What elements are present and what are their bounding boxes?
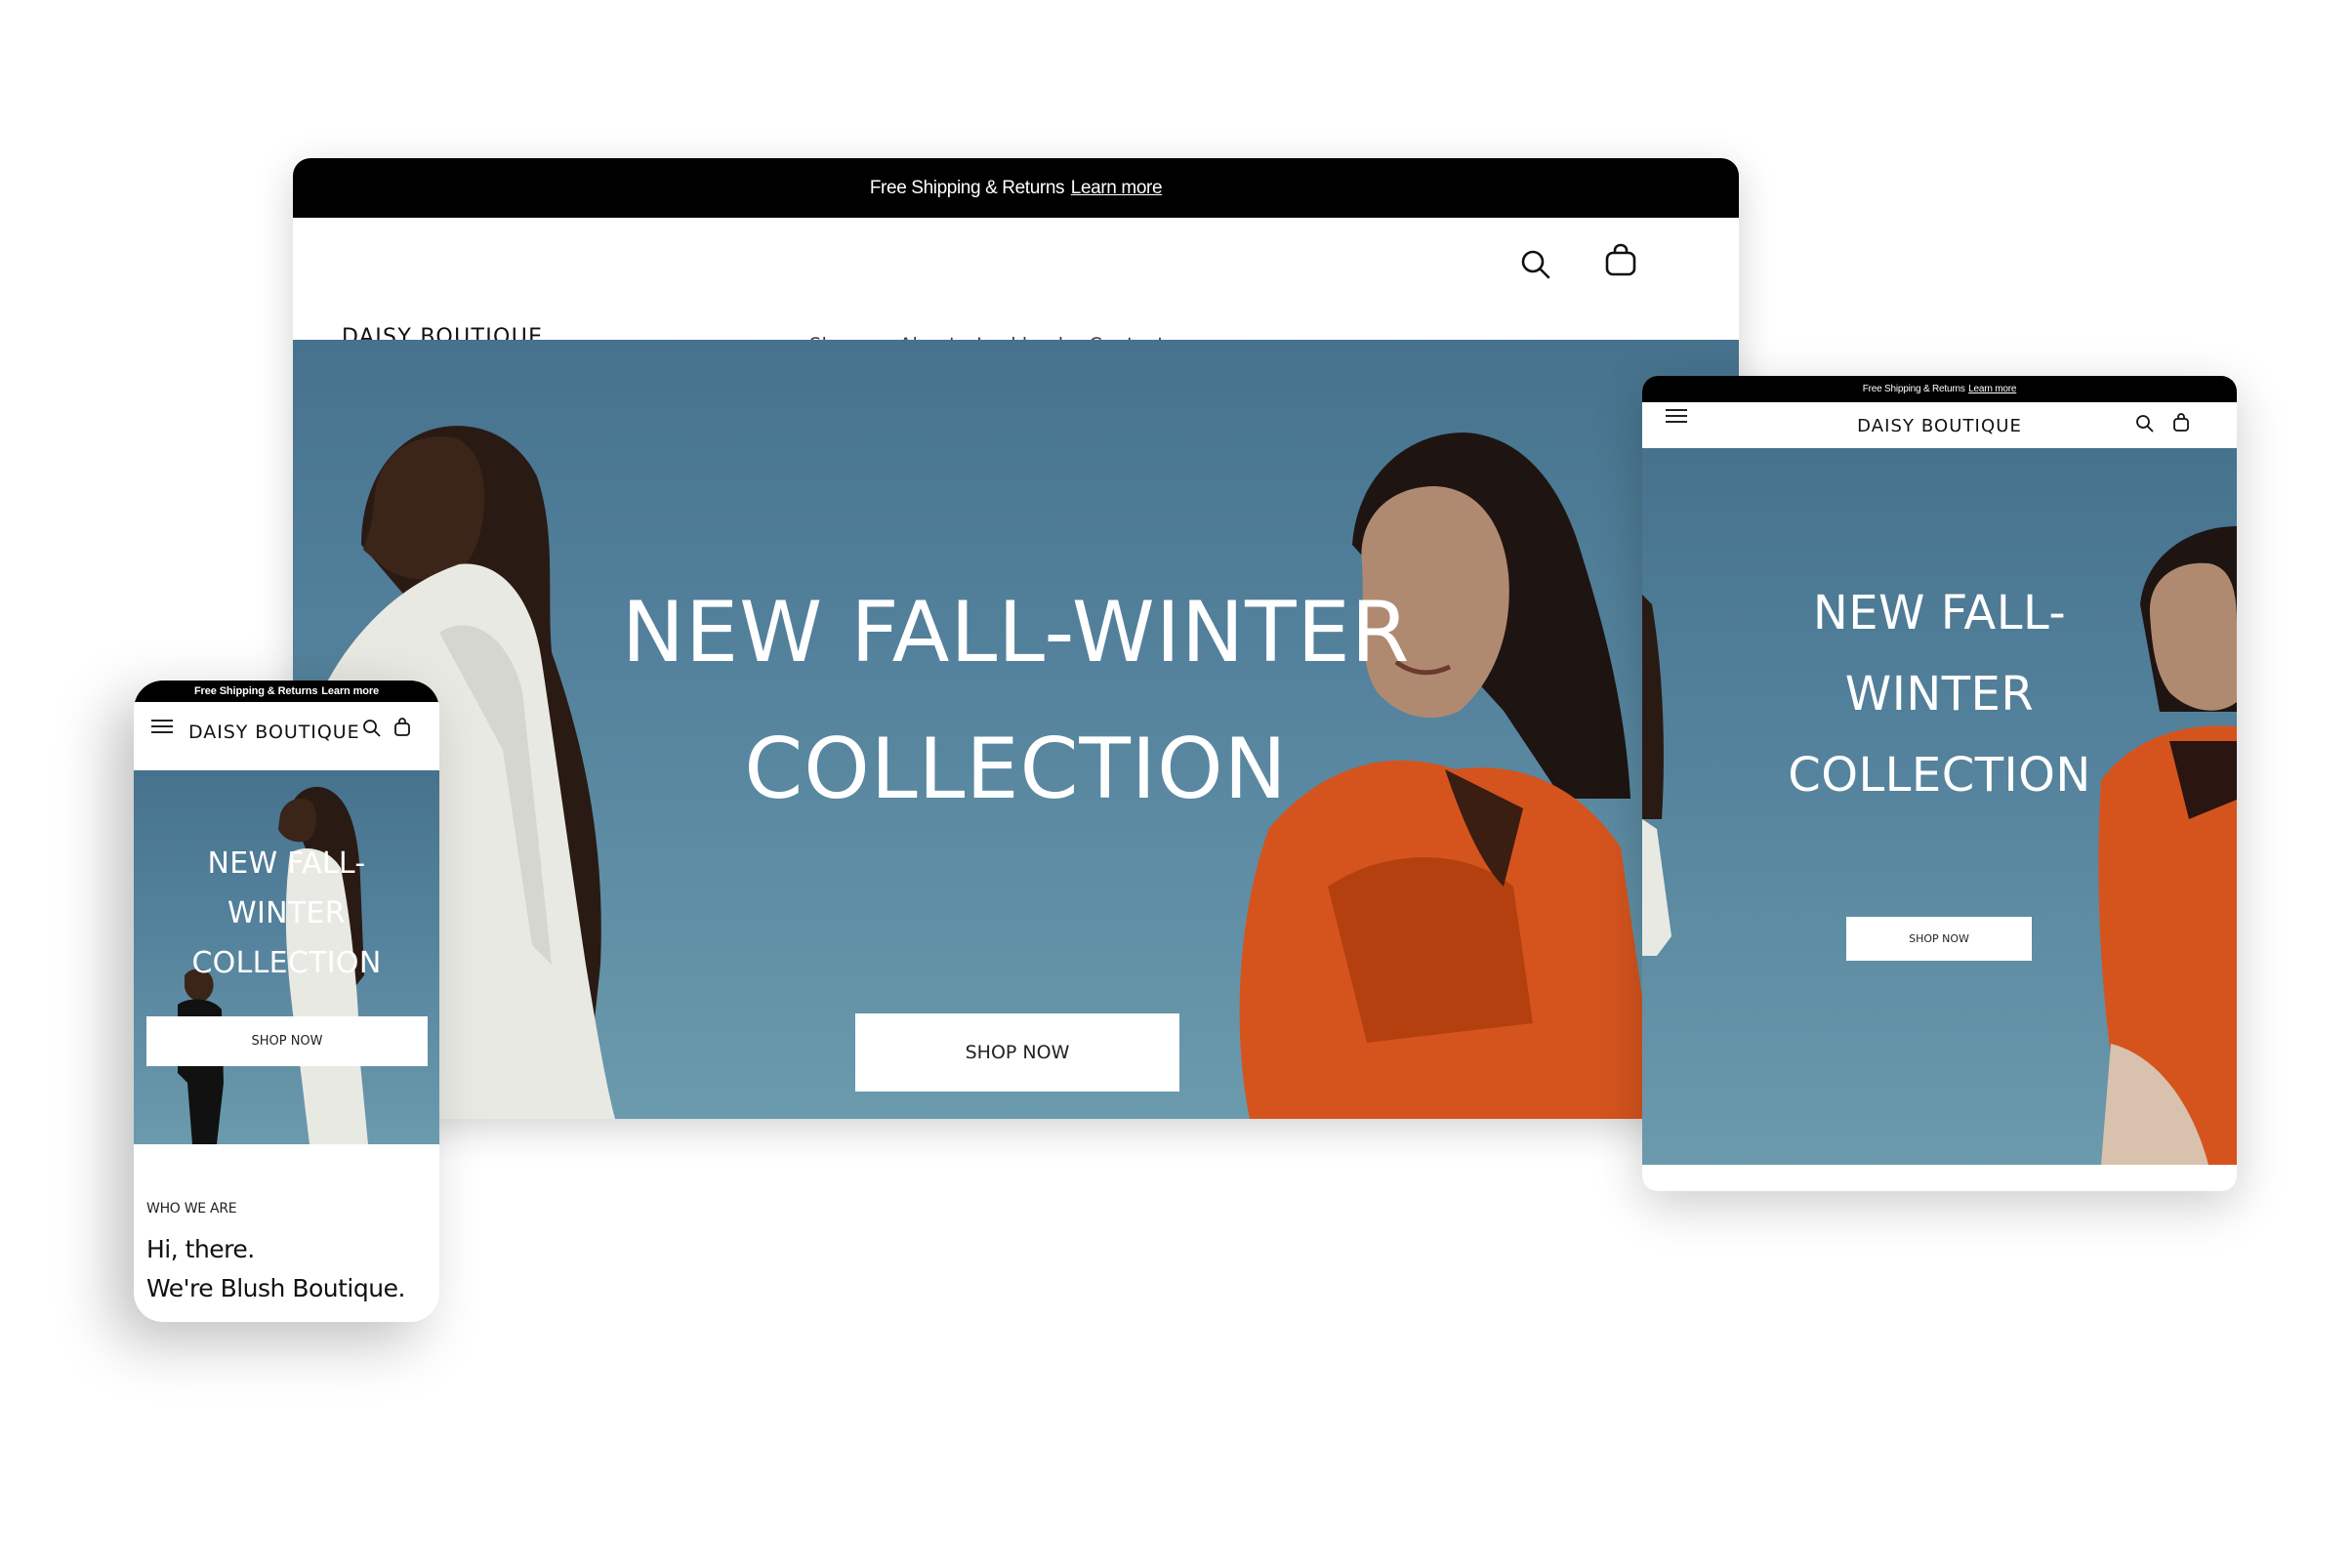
hero-title-line: NEW FALL-WINTER [621,584,1411,681]
hero-title-line: WINTER [227,896,346,930]
shopping-bag-icon[interactable] [1604,242,1637,277]
about-headline-line: We're Blush Boutique. [146,1274,405,1302]
brand-logo[interactable]: DAISY BOUTIQUE [188,722,360,743]
hero-title: NEW FALL- WINTER COLLECTION [134,839,439,988]
shop-now-button[interactable]: SHOP NOW [146,1016,428,1066]
promo-bar: Free Shipping & Returns Learn more [134,681,439,702]
desktop-mockup: Free Shipping & Returns Learn more DAISY… [293,158,1739,1119]
learn-more-link[interactable]: Learn more [321,685,379,697]
search-icon[interactable] [1518,247,1553,282]
promo-text: Free Shipping & Returns [869,177,1065,198]
hero-title-line: NEW FALL- [1812,586,2067,640]
hero-title-line: NEW FALL- [207,846,366,881]
promo-text: Free Shipping & Returns [1862,384,1965,394]
shop-now-button[interactable]: SHOP NOW [1846,917,2032,961]
hero-title-line: COLLECTION [744,721,1288,818]
hero-title-line: WINTER [1844,667,2035,722]
about-headline-line: Hi, there. [146,1235,255,1263]
promo-bar: Free Shipping & Returns Learn more [293,158,1739,218]
shopping-bag-icon[interactable] [2172,413,2190,433]
learn-more-link[interactable]: Learn more [1071,178,1163,199]
hero-title-line: COLLECTION [1788,748,2091,803]
tablet-mockup: Free Shipping & Returns Learn more DAISY… [1642,376,2237,1191]
promo-text: Free Shipping & Returns [193,685,318,697]
hero-banner: NEW FALL-WINTER COLLECTION SHOP NOW [293,340,1739,1119]
search-icon[interactable] [362,719,382,738]
hero-title-line: COLLECTION [191,946,382,980]
site-header: DAISY BOUTIQUE [134,702,439,770]
shop-now-button[interactable]: SHOP NOW [855,1013,1179,1092]
about-headline: Hi, there. We're Blush Boutique. [146,1230,439,1308]
hero-title: NEW FALL-WINTER COLLECTION [293,564,1739,838]
hamburger-menu-icon[interactable] [150,718,174,735]
learn-more-link[interactable]: Learn more [1968,384,2016,394]
about-section: WHO WE ARE Hi, there. We're Blush Boutiq… [134,1201,439,1308]
search-icon[interactable] [2135,414,2155,433]
shopping-bag-icon[interactable] [393,718,411,737]
hero-banner: NEW FALL- WINTER COLLECTION SHOP NOW [1642,448,2237,1165]
about-eyebrow: WHO WE ARE [146,1201,237,1217]
hero-title: NEW FALL- WINTER COLLECTION [1642,573,2237,816]
site-header: DAISY BOUTIQUE [1642,402,2237,448]
promo-bar: Free Shipping & Returns Learn more [1642,376,2237,402]
site-header: DAISY BOUTIQUE Shop About Lookbook Conta… [293,218,1739,355]
hero-banner: NEW FALL- WINTER COLLECTION SHOP NOW [134,770,439,1144]
phone-mockup: Free Shipping & Returns Learn more DAISY… [134,681,439,1322]
